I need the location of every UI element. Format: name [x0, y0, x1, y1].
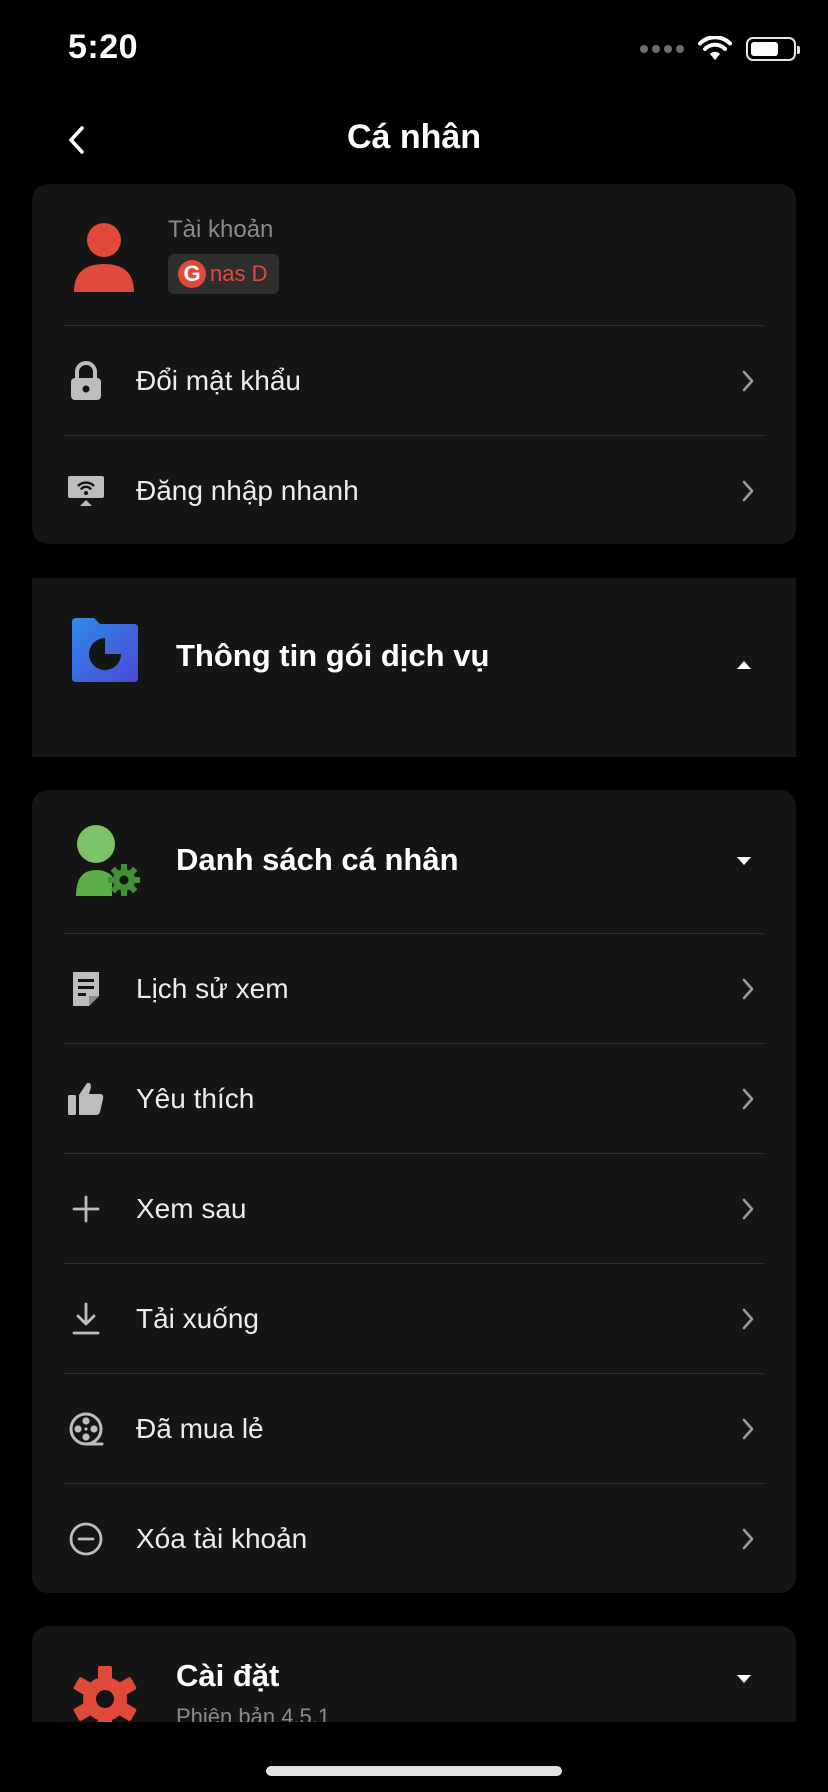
chevron-right-icon: [738, 477, 758, 505]
chevron-right-icon: [738, 975, 758, 1003]
navigation-bar: Cá nhân: [0, 100, 828, 180]
favorites-row[interactable]: Yêu thích: [32, 1044, 796, 1154]
minus-circle-icon: [64, 1517, 108, 1561]
watch-later-row[interactable]: Xem sau: [32, 1154, 796, 1264]
quick-login-row[interactable]: Đăng nhập nhanh: [32, 436, 796, 546]
app-version: Phiên bản 4.5.1: [176, 1704, 331, 1722]
chevron-right-icon: [738, 367, 758, 395]
caret-down-icon: [737, 857, 751, 865]
service-package-header[interactable]: Thông tin gói dịch vụ: [32, 578, 796, 738]
chevron-right-icon: [738, 1525, 758, 1553]
row-label: Đăng nhập nhanh: [136, 475, 359, 506]
thumbs-up-icon: [64, 1077, 108, 1121]
delete-account-row[interactable]: Xóa tài khoản: [32, 1484, 796, 1594]
downloads-row[interactable]: Tải xuống: [32, 1264, 796, 1374]
personal-list-header[interactable]: Danh sách cá nhân: [32, 790, 796, 933]
chevron-right-icon: [738, 1195, 758, 1223]
chevron-right-icon: [738, 1305, 758, 1333]
row-label: Tải xuống: [136, 1303, 259, 1334]
gear-icon: [73, 1666, 137, 1722]
watch-history-row[interactable]: Lịch sử xem: [32, 934, 796, 1044]
note-icon: [64, 967, 108, 1011]
status-icons: [640, 36, 800, 62]
service-package-card: Thông tin gói dịch vụ: [32, 578, 796, 757]
account-card: Tài khoản G nas D Đổi mật khẩu Đăng nhập…: [32, 184, 796, 544]
row-label: Đã mua lẻ: [136, 1413, 264, 1444]
status-bar: 5:20: [0, 0, 828, 100]
lock-icon: [64, 359, 108, 403]
user-gear-icon: [76, 825, 140, 896]
user-avatar-icon: [74, 223, 134, 292]
home-indicator[interactable]: [266, 1766, 562, 1776]
section-title: Thông tin gói dịch vụ: [176, 638, 490, 673]
chevron-right-icon: [738, 1085, 758, 1113]
google-icon: G: [178, 260, 206, 288]
settings-card: Cài đặt Phiên bản 4.5.1: [32, 1626, 796, 1722]
change-password-row[interactable]: Đổi mật khẩu: [32, 326, 796, 436]
purchased-row[interactable]: Đã mua lẻ: [32, 1374, 796, 1484]
account-label: Tài khoản: [168, 216, 274, 243]
settings-header[interactable]: Cài đặt Phiên bản 4.5.1: [32, 1626, 796, 1722]
tv-signal-icon: [64, 469, 108, 513]
caret-down-icon: [737, 1675, 751, 1683]
chevron-right-icon: [738, 1415, 758, 1443]
download-icon: [64, 1297, 108, 1341]
personal-list-card: Danh sách cá nhân Lịch sử xem Yêu thích: [32, 790, 796, 1593]
account-username: nas D: [210, 261, 268, 286]
row-label: Đổi mật khẩu: [136, 365, 301, 396]
wifi-icon: [698, 36, 732, 60]
row-label: Xóa tài khoản: [136, 1523, 308, 1554]
page-title: Cá nhân: [346, 118, 482, 156]
account-header: Tài khoản G nas D: [32, 184, 796, 325]
status-time: 5:20: [68, 28, 139, 66]
folder-pie-icon: [72, 618, 138, 682]
row-label: Xem sau: [136, 1193, 247, 1224]
row-label: Yêu thích: [136, 1083, 255, 1114]
section-title: Danh sách cá nhân: [176, 842, 459, 877]
row-label: Lịch sử xem: [136, 973, 289, 1004]
account-chip: G nas D: [168, 254, 280, 294]
battery-icon: [746, 37, 800, 61]
caret-up-icon: [737, 661, 751, 669]
cellular-signal-icon: [640, 45, 684, 53]
plus-icon: [64, 1187, 108, 1231]
section-title: Cài đặt: [176, 1658, 280, 1693]
film-reel-icon: [64, 1407, 108, 1451]
